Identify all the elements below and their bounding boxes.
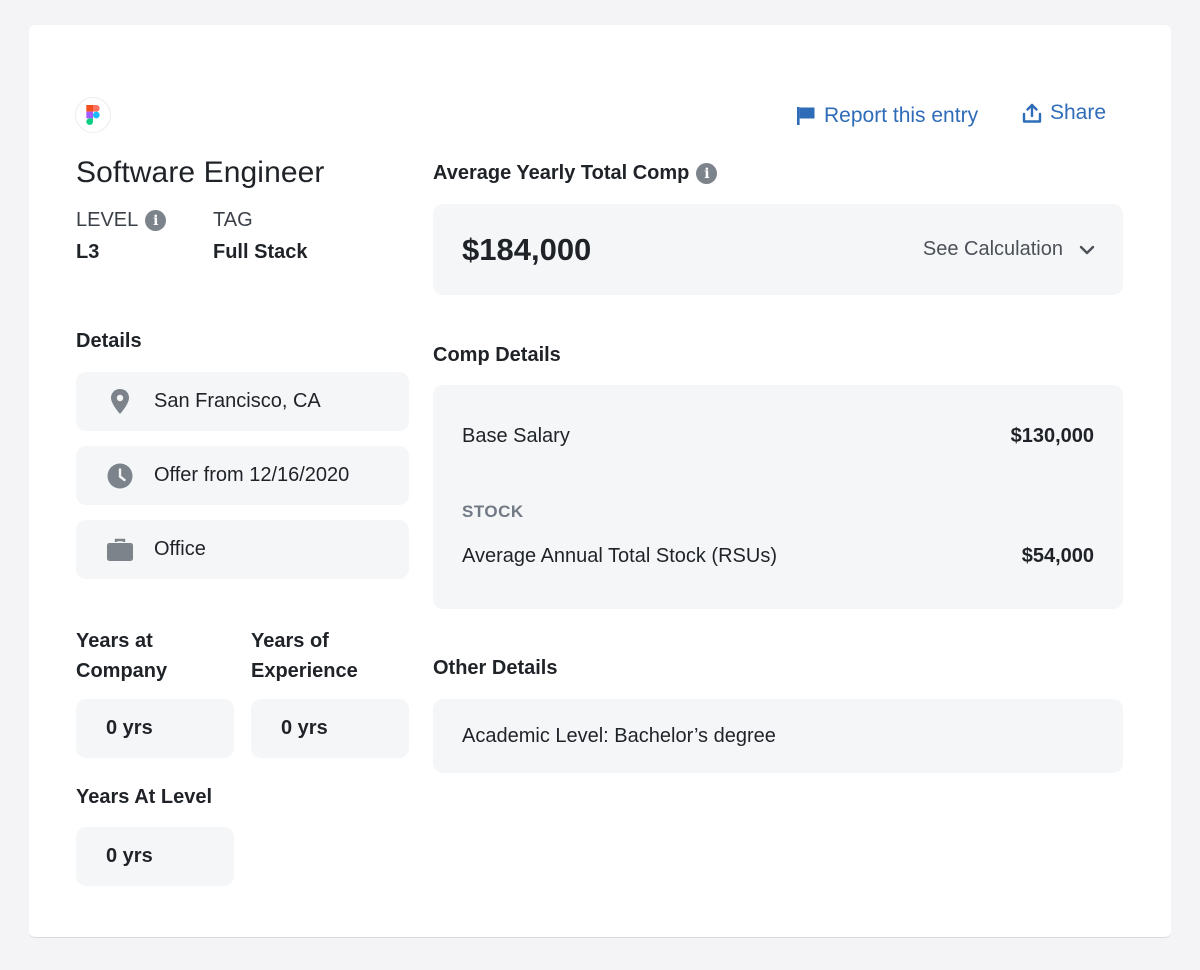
share-link[interactable]: Share [1022,101,1106,125]
other-details-box: Academic Level: Bachelor’s degree [433,699,1123,773]
years-of-experience-label: Years of Experience [251,630,358,682]
offer-date-pill: Offer from 12/16/2020 [76,446,409,505]
offer-date-text: Offer from 12/16/2020 [154,464,350,486]
briefcase-icon [106,538,134,562]
years-at-level-label: Years At Level [76,786,213,808]
comp-details-box: Base Salary $130,000 STOCK Average Annua… [433,385,1123,609]
base-salary-row: Base Salary $130,000 [462,425,1094,448]
tag-value: Full Stack [213,241,308,263]
figma-logo-icon [86,105,100,125]
stock-value: $54,000 [1021,545,1094,567]
share-label: Share [1050,101,1107,124]
stock-section-label: STOCK [462,502,524,521]
years-at-company-value: 0 yrs [76,699,234,758]
years-at-level-value: 0 yrs [76,827,234,886]
base-salary-label: Base Salary [462,425,570,447]
location-text: San Francisco, CA [154,390,321,412]
level-label-group: LEVEL i [76,209,167,232]
report-entry-label: Report this entry [824,104,979,127]
see-calculation-toggle[interactable]: See Calculation [923,238,1095,261]
stock-row: Average Annual Total Stock (RSUs) $54,00… [462,545,1094,568]
location-pill: San Francisco, CA [76,372,409,431]
see-calculation-label: See Calculation [922,238,1063,260]
company-logo [76,98,110,132]
base-salary-value: $130,000 [1010,425,1094,447]
tag-label: TAG [213,209,253,231]
map-pin-icon [106,388,134,415]
clock-icon [106,463,134,489]
details-heading: Details [76,330,142,352]
upload-icon [1022,103,1042,123]
total-comp-box: $184,000 See Calculation [433,204,1123,295]
info-icon[interactable]: i [145,210,167,231]
job-title: Software Engineer [76,156,325,189]
report-entry-link[interactable]: Report this entry [796,104,978,128]
stock-label: Average Annual Total Stock (RSUs) [462,545,777,567]
academic-level-text: Academic Level: Bachelor’s degree [462,724,776,747]
years-of-experience-value: 0 yrs [251,699,409,758]
entry-card: Report this entry Share Software Enginee… [29,25,1171,938]
total-comp-amount: $184,000 [462,231,592,267]
level-value: L3 [76,241,100,263]
work-type-pill: Office [76,520,409,579]
work-type-text: Office [154,538,206,560]
flag-icon [797,107,815,125]
comp-details-heading: Comp Details [433,344,561,366]
total-comp-heading-group: Average Yearly Total Comp i [433,162,718,185]
level-label: LEVEL [76,209,139,231]
chevron-down-icon [1079,245,1095,254]
info-icon[interactable]: i [696,163,718,184]
total-comp-heading: Average Yearly Total Comp [433,162,690,184]
other-details-heading: Other Details [433,657,558,679]
years-at-company-label: Years at Company [76,630,168,682]
